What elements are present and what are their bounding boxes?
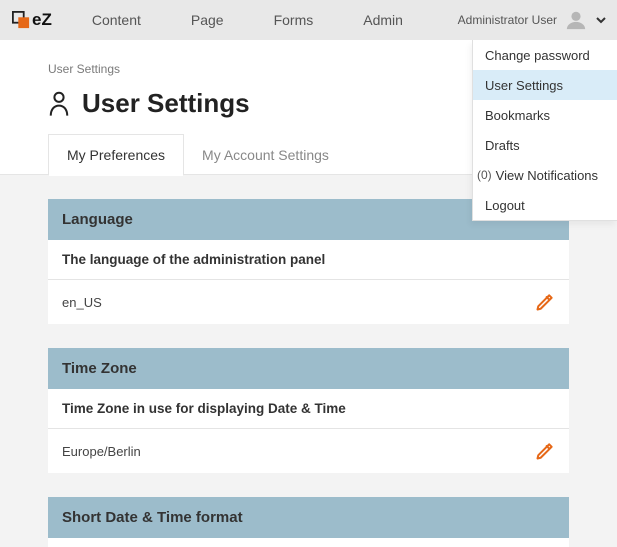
app-logo[interactable]: eZ [12,10,52,30]
nav-item-page[interactable]: Page [191,12,224,28]
user-dropdown: Change password User Settings Bookmarks … [472,40,617,221]
dropdown-item-change-password[interactable]: Change password [473,40,617,70]
dropdown-item-label: Drafts [485,138,520,153]
dropdown-item-view-notifications[interactable]: (0) View Notifications [473,160,617,190]
section-subtitle: The language of the administration panel [48,240,569,280]
logo-mark-icon [12,11,30,29]
pencil-icon [535,292,555,312]
dropdown-item-label: View Notifications [496,168,598,183]
dropdown-item-bookmarks[interactable]: Bookmarks [473,100,617,130]
topbar: eZ Content Page Forms Admin Administrato… [0,0,617,40]
section-value: Europe/Berlin [62,444,141,459]
edit-button[interactable] [535,292,555,312]
section-subtitle: Time Zone in use for displaying Date & T… [48,389,569,429]
section-short-date-time: Short Date & Time format Format for disp… [48,497,569,547]
section-title: Short Date & Time format [48,497,569,538]
dropdown-item-logout[interactable]: Logout [473,190,617,220]
dropdown-item-label: Logout [485,198,525,213]
section-timezone: Time Zone Time Zone in use for displayin… [48,348,569,473]
pencil-icon [535,441,555,461]
section-title: Time Zone [48,348,569,389]
section-value: en_US [62,295,102,310]
tab-content: Language The language of the administrat… [0,175,617,547]
nav-item-content[interactable]: Content [92,12,141,28]
tab-my-account-settings[interactable]: My Account Settings [184,135,347,175]
person-icon [48,90,70,118]
page-title: User Settings [82,88,250,119]
dropdown-item-label: User Settings [485,78,563,93]
current-user-name: Administrator User [458,13,557,27]
tab-label: My Preferences [67,147,165,163]
section-value-row: Europe/Berlin [48,429,569,473]
main-nav: Content Page Forms Admin [92,12,403,28]
dropdown-item-drafts[interactable]: Drafts [473,130,617,160]
chevron-down-icon [595,14,607,26]
dropdown-item-label: Bookmarks [485,108,550,123]
avatar-icon [565,9,587,31]
notification-count: (0) [477,168,492,182]
edit-button[interactable] [535,441,555,461]
section-value-row: en_US [48,280,569,324]
dropdown-item-user-settings[interactable]: User Settings [473,70,617,100]
logo-text: eZ [32,10,52,30]
tab-my-preferences[interactable]: My Preferences [48,134,184,176]
user-menu-trigger[interactable]: Administrator User [458,9,607,31]
nav-item-admin[interactable]: Admin [363,12,403,28]
section-subtitle: Format for displaying Date & Time [48,538,569,547]
dropdown-item-label: Change password [485,48,590,63]
nav-item-forms[interactable]: Forms [274,12,314,28]
tab-label: My Account Settings [202,147,329,163]
